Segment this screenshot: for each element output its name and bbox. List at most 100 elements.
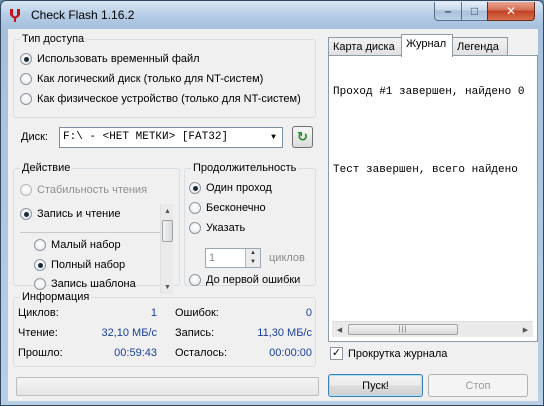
radio-icon <box>189 222 201 234</box>
app-logo-icon[interactable] <box>7 7 23 23</box>
action-option-label: Стабильность чтения <box>37 184 148 196</box>
access-option-label: Использовать временный файл <box>37 53 200 65</box>
client-area: Тип доступа Использовать временный файл … <box>8 29 538 401</box>
radio-icon <box>20 184 32 196</box>
errors-label: Ошибок: <box>175 307 219 319</box>
access-option-label: Как физическое устройство (только для NT… <box>37 93 301 105</box>
scroll-log-label: Прокрутка журнала <box>348 347 448 360</box>
action-group: Действие Стабильность чтения Запись и чт… <box>13 162 180 294</box>
radio-icon <box>20 93 32 105</box>
radio-icon <box>34 259 46 271</box>
read-speed-value: 32,10 МБ/с <box>101 327 157 339</box>
access-option-label: Как логический диск (только для NT-систе… <box>37 73 264 85</box>
sub-option-label: Запись шаблона <box>51 278 136 290</box>
stepper-up-icon[interactable]: ▲ <box>246 249 260 258</box>
radio-icon <box>34 278 46 290</box>
tab-legend[interactable]: Легенда <box>452 37 508 56</box>
log-line: Проход #1 завершен, найдено 0 <box>333 86 525 98</box>
access-type-group: Тип доступа Использовать временный файл … <box>13 33 316 118</box>
app-window: Check Flash 1.16.2 – □ ✕ Тип доступа Исп… <box>0 0 544 406</box>
start-button[interactable]: Пуск! <box>328 374 423 397</box>
cycles-stepper[interactable]: 1 ▲ ▼ <box>205 248 261 268</box>
log-text[interactable]: Проход #1 завершен, найдено 0 Тест завер… <box>333 60 535 322</box>
title-bar[interactable]: Check Flash 1.16.2 – □ ✕ <box>1 1 543 29</box>
disk-label: Диск: <box>21 131 48 143</box>
scroll-thumb[interactable] <box>162 220 173 242</box>
scroll-log-checkbox[interactable]: ✓ Прокрутка журнала <box>330 347 447 360</box>
chevron-down-icon[interactable]: ▼ <box>265 128 282 147</box>
sub-option-label: Малый набор <box>51 239 121 251</box>
disk-row: Диск: F:\ - <НЕТ МЕТКИ> [FAT32] ▼ ↻ <box>13 126 316 150</box>
duration-option-label: Бесконечно <box>206 202 266 214</box>
duration-option-infinite[interactable]: Бесконечно <box>189 202 266 214</box>
read-speed-label: Чтение: <box>18 327 58 339</box>
radio-icon <box>189 274 201 286</box>
tab-disk-map[interactable]: Карта диска <box>328 37 402 56</box>
sub-option-write-pattern[interactable]: Запись шаблона <box>34 278 136 290</box>
log-line: Тест завершен, всего найдено <box>333 164 518 176</box>
refresh-button[interactable]: ↻ <box>292 126 313 148</box>
duration-option-until-error[interactable]: До первой ошибки <box>189 274 300 286</box>
elapsed-value: 00:59:43 <box>114 347 157 359</box>
access-option-temp-file[interactable]: Использовать временный файл <box>20 53 200 65</box>
write-speed-value: 11,30 МБ/с <box>257 327 312 339</box>
scroll-up-icon[interactable]: ▲ <box>161 204 174 218</box>
action-option-label: Запись и чтение <box>37 208 121 220</box>
scroll-right-icon[interactable]: ▶ <box>518 322 533 337</box>
radio-icon <box>34 239 46 251</box>
radio-icon <box>20 53 32 65</box>
close-button[interactable]: ✕ <box>487 2 535 21</box>
action-option-read-stability[interactable]: Стабильность чтения <box>20 184 147 196</box>
duration-option-label: До первой ошибки <box>206 274 301 286</box>
cycles-stepper-arrows[interactable]: ▲ ▼ <box>245 249 260 267</box>
elapsed-label: Прошло: <box>18 347 63 359</box>
radio-icon <box>20 208 32 220</box>
checkmark-icon[interactable]: ✓ <box>330 347 343 360</box>
access-type-legend: Тип доступа <box>22 33 85 45</box>
errors-value: 0 <box>305 307 312 319</box>
cycles-count-value: 1 <box>150 307 157 319</box>
sub-option-full-set[interactable]: Полный набор <box>34 259 125 271</box>
minimize-button[interactable]: – <box>434 2 462 21</box>
access-option-physical-device[interactable]: Как физическое устройство (только для NT… <box>20 93 301 105</box>
log-horizontal-scrollbar[interactable]: ◀ ||| ▶ <box>332 321 533 337</box>
remaining-label: Осталось: <box>175 347 228 359</box>
duration-option-specify[interactable]: Указать <box>189 222 245 234</box>
duration-option-label: Указать <box>206 222 246 234</box>
duration-legend: Продолжительность <box>193 162 297 174</box>
disk-select-value: F:\ - <НЕТ МЕТКИ> [FAT32] <box>63 131 229 143</box>
cycles-count-label: Циклов: <box>18 307 59 319</box>
sub-option-label: Полный набор <box>51 259 126 271</box>
duration-option-single-pass[interactable]: Один проход <box>189 182 272 194</box>
sub-option-small-set[interactable]: Малый набор <box>34 239 121 251</box>
radio-icon <box>20 73 32 85</box>
action-option-write-read[interactable]: Запись и чтение <box>20 208 120 220</box>
scroll-thumb[interactable]: ||| <box>348 324 458 335</box>
cycles-stepper-value: 1 <box>209 252 216 264</box>
access-option-logical-disk[interactable]: Как логический диск (только для NT-систе… <box>20 73 263 85</box>
radio-icon <box>189 182 201 194</box>
log-panel: Проход #1 завершен, найдено 0 Тест завер… <box>328 55 538 342</box>
disk-select[interactable]: F:\ - <НЕТ МЕТКИ> [FAT32] ▼ <box>59 127 283 148</box>
information-legend: Информация <box>22 291 90 303</box>
maximize-button[interactable]: □ <box>461 2 488 21</box>
duration-group: Продолжительность Один проход Бесконечно… <box>184 162 316 286</box>
stop-button[interactable]: Стоп <box>428 374 528 397</box>
radio-icon <box>189 202 201 214</box>
scroll-left-icon[interactable]: ◀ <box>332 322 347 337</box>
stepper-down-icon[interactable]: ▼ <box>246 258 260 267</box>
cycles-label: циклов <box>269 252 305 264</box>
tab-log[interactable]: Журнал <box>401 34 453 57</box>
action-legend: Действие <box>22 162 71 174</box>
tab-strip: Карта диска Журнал Легенда <box>328 34 538 57</box>
close-icon: ✕ <box>505 4 517 18</box>
progress-bar <box>16 377 319 396</box>
window-title: Check Flash 1.16.2 <box>31 8 135 22</box>
duration-option-label: Один проход <box>206 182 272 194</box>
remaining-value: 00:00:00 <box>269 347 312 359</box>
action-scrollbar[interactable]: ▲ ▼ <box>160 204 173 294</box>
minimize-icon: – <box>444 4 452 18</box>
maximize-icon: □ <box>470 4 479 18</box>
write-speed-label: Запись: <box>175 327 215 339</box>
